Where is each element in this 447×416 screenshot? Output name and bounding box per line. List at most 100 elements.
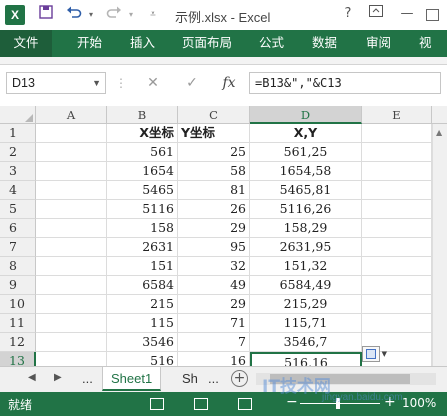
cell-a1[interactable] <box>36 124 107 143</box>
cell-b4[interactable]: 5465 <box>107 181 178 200</box>
zoom-in-icon[interactable]: + <box>384 394 396 410</box>
cell-c8[interactable]: 32 <box>178 257 250 276</box>
select-all-corner[interactable] <box>0 106 36 124</box>
cell-a4[interactable] <box>36 181 107 200</box>
sheet-tab-sheet1[interactable]: Sheet1 <box>102 367 162 391</box>
cell-d5[interactable]: 5116,26 <box>250 200 362 219</box>
tab-view[interactable]: 视 <box>419 30 432 57</box>
row-header[interactable]: 11 <box>0 314 36 333</box>
cancel-icon[interactable]: ✕ <box>141 72 165 94</box>
zoom-out-icon[interactable]: − <box>286 394 298 410</box>
tab-page-layout[interactable]: 页面布局 <box>182 30 232 57</box>
cell-c6[interactable]: 29 <box>178 219 250 238</box>
row-header[interactable]: 5 <box>0 200 36 219</box>
row-header[interactable]: 2 <box>0 143 36 162</box>
cell-e6[interactable] <box>362 219 432 238</box>
column-header-b[interactable]: B <box>107 106 178 124</box>
more-sheets-right[interactable]: ... <box>200 367 227 391</box>
row-header[interactable]: 6 <box>0 219 36 238</box>
cell-a12[interactable] <box>36 333 107 352</box>
cell-c7[interactable]: 95 <box>178 238 250 257</box>
tab-data[interactable]: 数据 <box>312 30 337 57</box>
cell-d8[interactable]: 151,32 <box>250 257 362 276</box>
minimize-icon[interactable]: — <box>396 5 418 25</box>
cell-e4[interactable] <box>362 181 432 200</box>
column-header-e[interactable]: E <box>362 106 432 124</box>
zoom-slider[interactable] <box>300 403 380 404</box>
zoom-level[interactable]: 100% <box>402 396 436 410</box>
cell-c2[interactable]: 25 <box>178 143 250 162</box>
tab-file[interactable]: 文件 <box>0 30 52 57</box>
scroll-up-icon[interactable]: ▲ <box>436 128 442 137</box>
cell-b11[interactable]: 115 <box>107 314 178 333</box>
undo-icon[interactable] <box>64 5 84 25</box>
cell-e1[interactable] <box>362 124 432 143</box>
column-header-d[interactable]: D <box>250 106 362 124</box>
customize-icon[interactable]: ⩡ <box>146 5 160 25</box>
cell-d6[interactable]: 158,29 <box>250 219 362 238</box>
cell-c4[interactable]: 81 <box>178 181 250 200</box>
cell-e7[interactable] <box>362 238 432 257</box>
name-box[interactable]: D13 ▼ <box>6 72 106 94</box>
row-header[interactable]: 9 <box>0 276 36 295</box>
more-sheets-left[interactable]: ... <box>74 367 101 391</box>
cell-a10[interactable] <box>36 295 107 314</box>
cell-e5[interactable] <box>362 200 432 219</box>
row-header[interactable]: 7 <box>0 238 36 257</box>
horizontal-scroll-thumb[interactable] <box>270 374 410 384</box>
cell-a6[interactable] <box>36 219 107 238</box>
cell-d4[interactable]: 5465,81 <box>250 181 362 200</box>
cell-a2[interactable] <box>36 143 107 162</box>
cell-e8[interactable] <box>362 257 432 276</box>
cell-b7[interactable]: 2631 <box>107 238 178 257</box>
redo-icon[interactable] <box>104 5 124 25</box>
tab-review[interactable]: 审阅 <box>366 30 391 57</box>
column-header-c[interactable]: C <box>178 106 250 124</box>
page-layout-view-icon[interactable] <box>194 398 208 410</box>
cell-e11[interactable] <box>362 314 432 333</box>
cell-c10[interactable]: 29 <box>178 295 250 314</box>
cell-e3[interactable] <box>362 162 432 181</box>
enter-icon[interactable]: ✓ <box>180 72 204 94</box>
scroll-tabs-left-icon[interactable]: ◀ <box>28 372 36 383</box>
cell-d10[interactable]: 215,29 <box>250 295 362 314</box>
cell-b9[interactable]: 6584 <box>107 276 178 295</box>
cell-c11[interactable]: 71 <box>178 314 250 333</box>
cell-c12[interactable]: 7 <box>178 333 250 352</box>
cell-e9[interactable] <box>362 276 432 295</box>
add-sheet-icon[interactable]: + <box>231 370 248 387</box>
horizontal-scrollbar[interactable] <box>256 373 436 385</box>
cell-d9[interactable]: 6584,49 <box>250 276 362 295</box>
cell-a8[interactable] <box>36 257 107 276</box>
tab-home[interactable]: 开始 <box>77 30 102 57</box>
help-icon[interactable]: ? <box>337 5 359 25</box>
cell-c9[interactable]: 49 <box>178 276 250 295</box>
cell-a7[interactable] <box>36 238 107 257</box>
formula-input[interactable]: =B13&","&C13 <box>249 72 441 94</box>
cell-a3[interactable] <box>36 162 107 181</box>
cell-b6[interactable]: 158 <box>107 219 178 238</box>
cell-d1[interactable]: X,Y <box>250 124 362 143</box>
cell-a11[interactable] <box>36 314 107 333</box>
cell-c5[interactable]: 26 <box>178 200 250 219</box>
row-header[interactable]: 3 <box>0 162 36 181</box>
tab-insert[interactable]: 插入 <box>130 30 155 57</box>
cell-a9[interactable] <box>36 276 107 295</box>
cell-d2[interactable]: 561,25 <box>250 143 362 162</box>
scroll-tabs-right-icon[interactable]: ▶ <box>54 372 62 383</box>
column-header-a[interactable]: A <box>36 106 107 124</box>
cell-b2[interactable]: 561 <box>107 143 178 162</box>
restore-icon[interactable] <box>426 9 439 21</box>
row-header[interactable]: 12 <box>0 333 36 352</box>
cell-a5[interactable] <box>36 200 107 219</box>
save-icon[interactable] <box>36 5 56 25</box>
row-header[interactable]: 10 <box>0 295 36 314</box>
cell-e10[interactable] <box>362 295 432 314</box>
cell-b12[interactable]: 3546 <box>107 333 178 352</box>
cell-c3[interactable]: 58 <box>178 162 250 181</box>
insert-function-icon[interactable]: fx <box>217 72 241 94</box>
ribbon-display-icon[interactable] <box>365 5 387 25</box>
autofill-options-button[interactable]: ▼ <box>362 346 387 362</box>
vertical-scrollbar[interactable]: ▲ <box>432 124 447 366</box>
cell-b5[interactable]: 5116 <box>107 200 178 219</box>
